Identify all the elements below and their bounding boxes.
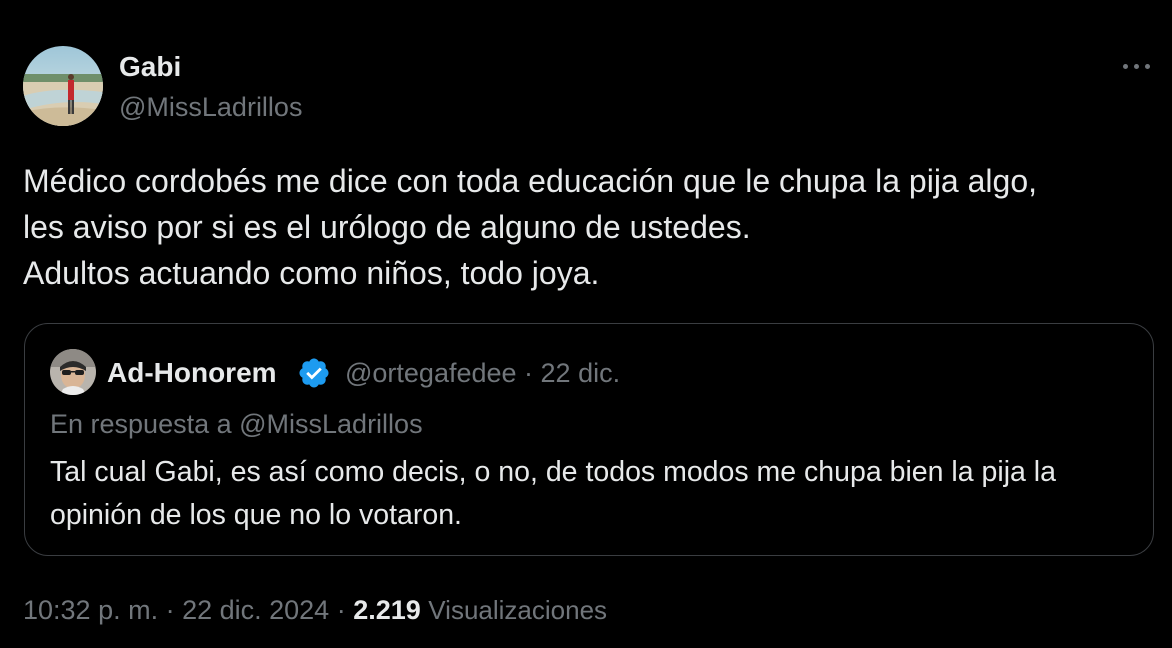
tweet-text: Médico cordobés me dice con toda educaci… xyxy=(23,158,1148,296)
verified-badge-icon xyxy=(297,356,331,390)
tweet-timestamp[interactable]: 10:32 p. m. · 22 dic. 2024 xyxy=(23,595,329,625)
quoted-tweet-text: Tal cual Gabi, es así como decis, o no, … xyxy=(50,451,1140,537)
quoted-author-handle[interactable]: @ortegafedee xyxy=(345,358,517,388)
tweet-text-line: Adultos actuando como niños, todo joya. xyxy=(23,255,600,291)
views-label: Visualizaciones xyxy=(428,595,608,625)
quoted-author-avatar[interactable] xyxy=(50,349,96,395)
quoted-tweet-date: · 22 dic. xyxy=(516,358,621,388)
author-handle[interactable]: @MissLadrillos xyxy=(119,90,302,124)
footer-separator: · xyxy=(329,595,354,625)
tweet-footer: 10:32 p. m. · 22 dic. 2024 · 2.219 Visua… xyxy=(23,593,607,627)
author-name[interactable]: Gabi xyxy=(119,50,181,84)
reply-to-label: En respuesta a @MissLadrillos xyxy=(50,409,423,439)
quoted-author-name[interactable]: Ad-Honorem xyxy=(107,356,277,390)
more-horizontal-icon[interactable] xyxy=(1118,55,1156,77)
author-avatar[interactable] xyxy=(23,46,103,126)
quoted-text-line: Tal cual Gabi, es así como decis, o no, … xyxy=(50,456,1056,488)
tweet: Gabi @MissLadrillos Médico cordobés me d… xyxy=(0,0,1172,648)
quoted-tweet-card[interactable]: Ad-Honorem @ortegafedee · 22 dic. En res… xyxy=(24,323,1154,556)
views-count: 2.219 xyxy=(353,595,421,625)
quoted-text-line: opinión de los que no lo votaron. xyxy=(50,499,462,531)
tweet-text-line: les aviso por si es el urólogo de alguno… xyxy=(23,209,751,245)
quoted-author-meta: @ortegafedee · 22 dic. xyxy=(345,356,620,390)
tweet-text-line: Médico cordobés me dice con toda educaci… xyxy=(23,163,1037,199)
